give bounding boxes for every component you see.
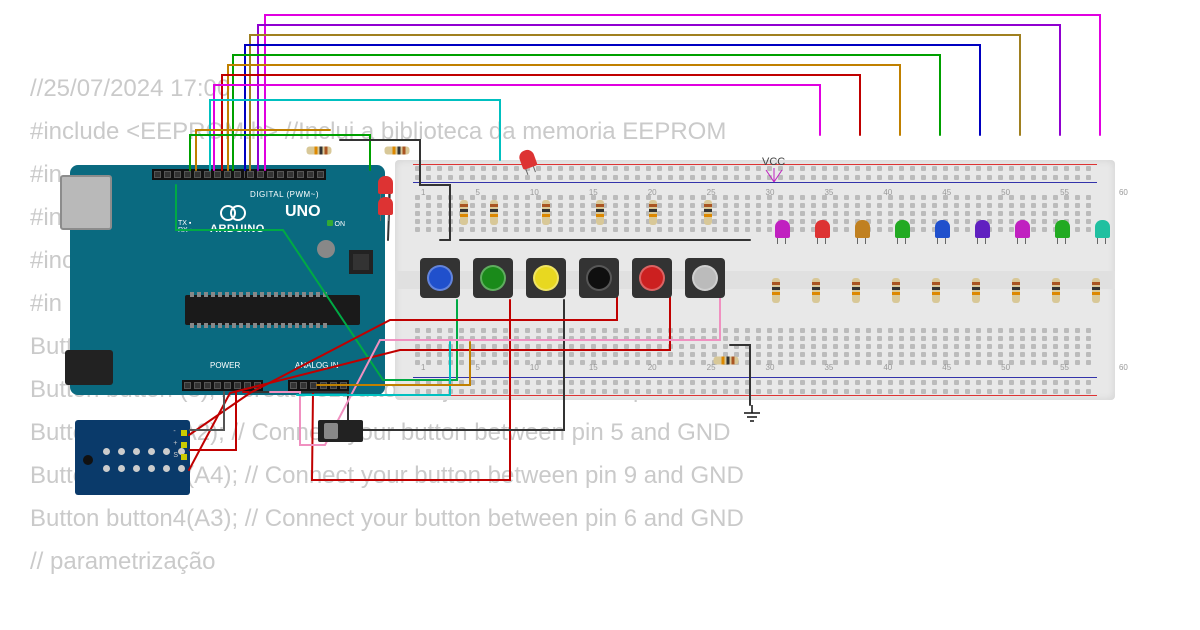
pin-labels: -+S xyxy=(173,428,178,459)
resistor[interactable] xyxy=(972,278,980,303)
digital-label: DIGITAL (PWM~) xyxy=(250,190,319,199)
vcc-label: VCC xyxy=(762,156,785,185)
pushbutton-green[interactable] xyxy=(473,258,513,298)
module-holes xyxy=(103,465,185,472)
crystal xyxy=(317,240,335,258)
column-numbers: 151015202530354045505560 xyxy=(421,188,1128,197)
led-red[interactable] xyxy=(815,220,830,238)
power-rail-neg xyxy=(413,377,1097,378)
power-label: POWER xyxy=(210,361,240,370)
power-header[interactable] xyxy=(182,380,263,391)
pushbutton-gray[interactable] xyxy=(685,258,725,298)
resistor[interactable] xyxy=(542,200,550,225)
led-green[interactable] xyxy=(1055,220,1070,238)
resistor[interactable] xyxy=(704,200,712,225)
led-red[interactable] xyxy=(378,197,393,215)
power-rail-pos xyxy=(413,164,1097,165)
chip-legs xyxy=(190,292,327,297)
resistor[interactable] xyxy=(385,147,410,155)
ntc-temperature-module[interactable]: -+S xyxy=(75,420,190,495)
led-cyan[interactable] xyxy=(1095,220,1110,238)
resistor[interactable] xyxy=(1012,278,1020,303)
resistor[interactable] xyxy=(852,278,860,303)
rail-row[interactable] xyxy=(415,166,1091,171)
resistor[interactable] xyxy=(649,200,657,225)
resistor[interactable] xyxy=(307,147,332,155)
slide-switch[interactable] xyxy=(318,420,363,442)
led-blue[interactable] xyxy=(935,220,950,238)
led-magenta[interactable] xyxy=(775,220,790,238)
power-jack xyxy=(65,350,113,385)
digital-header-1[interactable] xyxy=(152,169,253,180)
main-rows-bottom[interactable] xyxy=(415,328,1091,365)
simulation-canvas[interactable]: //25/07/2024 17:00 #include <EEPROM.h> /… xyxy=(0,0,1200,630)
on-led: ON xyxy=(327,220,345,228)
power-rail-neg xyxy=(413,182,1097,183)
code-line: // parametrização xyxy=(30,548,744,576)
rail-row[interactable] xyxy=(415,175,1091,180)
pushbutton-black[interactable] xyxy=(579,258,619,298)
thermistor-bead xyxy=(83,455,93,465)
arduino-logo-icon xyxy=(220,205,248,219)
resistor[interactable] xyxy=(1052,278,1060,303)
usb-port xyxy=(60,175,112,230)
power-rail-pos xyxy=(413,395,1097,396)
led-green[interactable] xyxy=(895,220,910,238)
rail-row[interactable] xyxy=(415,380,1091,385)
code-line: Button button4(A3); // Connect your butt… xyxy=(30,505,744,533)
led-purple[interactable] xyxy=(975,220,990,238)
code-line: //25/07/2024 17:00 xyxy=(30,75,744,103)
resistor[interactable] xyxy=(812,278,820,303)
code-line: #include <EEPROM.h> //Inclui a bibliotec… xyxy=(30,118,744,146)
digital-header-2[interactable] xyxy=(245,169,326,180)
chip-legs xyxy=(190,323,327,328)
resistor[interactable] xyxy=(596,200,604,225)
resistor[interactable] xyxy=(490,200,498,225)
analog-header[interactable] xyxy=(288,380,349,391)
gnd-symbol xyxy=(742,405,762,428)
small-ic xyxy=(349,250,373,274)
led-orange[interactable] xyxy=(855,220,870,238)
brand-label: ARDUINO xyxy=(210,223,265,235)
resistor[interactable] xyxy=(932,278,940,303)
arduino-uno-board[interactable]: UNO ARDUINO TX ▪RX ▪ ON DIGITAL (PWM~) A… xyxy=(70,165,385,395)
resistor[interactable] xyxy=(772,278,780,303)
pushbutton-blue[interactable] xyxy=(420,258,460,298)
resistor[interactable] xyxy=(892,278,900,303)
module-pins[interactable] xyxy=(181,430,187,460)
atmega-chip xyxy=(185,295,360,325)
pushbutton-yellow[interactable] xyxy=(526,258,566,298)
resistor[interactable] xyxy=(714,357,739,365)
board-model: UNO xyxy=(285,203,321,221)
rail-row[interactable] xyxy=(415,389,1091,394)
analog-label: ANALOG IN xyxy=(295,361,339,370)
column-numbers: 151015202530354045505560 xyxy=(421,363,1128,372)
led-red[interactable] xyxy=(378,176,393,194)
resistor[interactable] xyxy=(460,200,468,225)
pushbutton-red[interactable] xyxy=(632,258,672,298)
led-magenta[interactable] xyxy=(1015,220,1030,238)
tx-rx-leds: TX ▪RX ▪ xyxy=(178,220,192,234)
resistor[interactable] xyxy=(1092,278,1100,303)
